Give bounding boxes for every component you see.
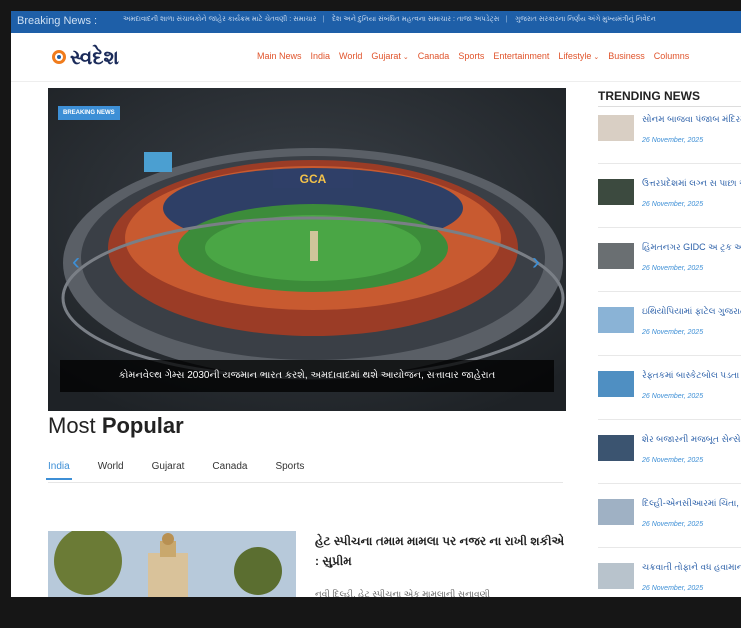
- ticker-items: અમદાવાદની શાળા સંચાલકોને જાહેર કાર્યક્રમ…: [123, 16, 656, 23]
- nav-item-main-news[interactable]: Main News: [257, 51, 302, 61]
- nav-item-world[interactable]: World: [339, 51, 362, 61]
- trending-date: 26 November, 2025: [642, 329, 704, 336]
- tab-canada[interactable]: Canada: [212, 461, 247, 472]
- tab-world[interactable]: World: [98, 461, 124, 472]
- breaking-news-ticker: Breaking News : અમદાવાદની શાળા સંચાલકોને…: [11, 11, 741, 33]
- trending-item[interactable]: સોનમ બાજવા પંજાબ મંદિરમાં આપત્તિજનક 26 N…: [598, 107, 741, 164]
- nav-item-entertainment[interactable]: Entertainment: [493, 51, 549, 61]
- trending-title[interactable]: હિંમતનગર GIDC અ ટ્રક અને રોડ રોલર: [642, 241, 741, 253]
- nav-item-gujarat[interactable]: Gujarat ⌄: [371, 51, 408, 61]
- nav-item-lifestyle[interactable]: Lifestyle ⌄: [558, 51, 599, 61]
- trending-title[interactable]: શેર બજારની મજબૂત સેન્સેક્સ 309 પોઇન્ટ: [642, 433, 741, 445]
- tab-india[interactable]: India: [46, 461, 72, 480]
- article-title[interactable]: હેટ સ્પીચના તમામ મામલા પર નજર ના રાખી શક…: [315, 531, 565, 571]
- chevron-down-icon: ⌄: [593, 54, 600, 61]
- trending-news-heading: TRENDING NEWS: [598, 89, 700, 103]
- chevron-left-icon[interactable]: ‹: [72, 248, 80, 276]
- site-header: સ્વદેશ Main News India World Gujarat ⌄ Ca…: [11, 33, 741, 82]
- trending-item[interactable]: ઉત્તરપ્રદેશમાં લગ્ન સ પાછા આવતા જાનૈયા 2…: [598, 171, 741, 228]
- trending-date: 26 November, 2025: [642, 521, 704, 528]
- most-popular-heading: Most Popular: [48, 413, 184, 438]
- nav-item-columns[interactable]: Columns: [654, 51, 690, 61]
- breaking-news-tag: BREAKING NEWS: [58, 106, 120, 120]
- trending-thumbnail[interactable]: [598, 307, 634, 333]
- ticker-label: Breaking News :: [17, 15, 98, 27]
- trending-title[interactable]: ચક્રવાતી તોફાને વધ હવામાન વિભાગે આ: [642, 561, 741, 573]
- article-excerpt: નવી દિલ્હી, હેટ સ્પીચના એક મામલાની સુનાવ…: [315, 589, 491, 597]
- trending-item[interactable]: દિલ્હી-એનસીઆરમાં ચિંતા, 29 નવેમ્બરથી 26 …: [598, 491, 741, 548]
- nav-item-business[interactable]: Business: [608, 51, 645, 61]
- tab-divider: [48, 482, 563, 483]
- most-popular-tabs: India World Gujarat Canada Sports: [46, 461, 304, 480]
- trending-item[interactable]: હિંમતનગર GIDC અ ટ્રક અને રોડ રોલર 26 Nov…: [598, 235, 741, 292]
- trending-title[interactable]: દિલ્હી-એનસીઆરમાં ચિંતા, 29 નવેમ્બરથી: [642, 497, 741, 509]
- tab-sports[interactable]: Sports: [275, 461, 304, 472]
- nav-item-india[interactable]: India: [311, 51, 331, 61]
- webpage: Breaking News : અમદાવાદની શાળા સંચાલકોને…: [11, 11, 741, 597]
- trending-thumbnail[interactable]: [598, 435, 634, 461]
- trending-title[interactable]: ઉત્તરપ્રદેશમાં લગ્ન સ પાછા આવતા જાનૈયા: [642, 177, 741, 189]
- trending-date: 26 November, 2025: [642, 137, 704, 144]
- trending-title[interactable]: સોનમ બાજવા પંજાબ મંદિરમાં આપત્તિજનક: [642, 113, 741, 125]
- trending-thumbnail[interactable]: [598, 243, 634, 269]
- trending-date: 26 November, 2025: [642, 201, 704, 208]
- trending-date: 26 November, 2025: [642, 457, 704, 464]
- ticker-item[interactable]: ગુજરાત સરકારના નિર્ણય અંગે મુખ્યમંત્રીનુ…: [515, 16, 656, 23]
- nav-item-sports[interactable]: Sports: [458, 51, 484, 61]
- chevron-down-icon: ⌄: [402, 54, 409, 61]
- trending-thumbnail[interactable]: [598, 499, 634, 525]
- trending-thumbnail[interactable]: [598, 115, 634, 141]
- tab-gujarat[interactable]: Gujarat: [152, 461, 185, 472]
- logo-text: સ્વદેશ: [70, 45, 119, 69]
- stadium-sign: GCA: [300, 172, 327, 186]
- chevron-right-icon[interactable]: ›: [532, 248, 540, 276]
- hero-caption[interactable]: કોમનવેલ્થ ગેમ્સ 2030ની યજમાન ભારત કરશે, …: [60, 360, 554, 392]
- hero-slider[interactable]: GCA BREAKING NEWS ‹ › કોમનવેલ્થ ગેમ્સ 20…: [48, 88, 566, 411]
- nav-item-canada[interactable]: Canada: [418, 51, 450, 61]
- trending-item[interactable]: શેર બજારની મજબૂત સેન્સેક્સ 309 પોઇન્ટ 26…: [598, 427, 741, 484]
- trending-thumbnail[interactable]: [598, 179, 634, 205]
- trending-title[interactable]: રેફ્તકમાં બાસ્કેટબોલ પડતા નેશનલ ખેલા: [642, 369, 741, 381]
- trending-date: 26 November, 2025: [642, 393, 704, 400]
- ticker-item[interactable]: દેશ અને દુનિયા સંબંધિત મહત્વના સમાચાર : …: [332, 16, 499, 23]
- ticker-item[interactable]: અમદાવાદની શાળા સંચાલકોને જાહેર કાર્યક્રમ…: [123, 16, 316, 23]
- trending-date: 26 November, 2025: [642, 265, 704, 272]
- trending-thumbnail[interactable]: [598, 371, 634, 397]
- main-nav: Main News India World Gujarat ⌄ Canada Sp…: [257, 51, 689, 61]
- trending-item[interactable]: રેફ્તકમાં બાસ્કેટબોલ પડતા નેશનલ ખેલા 26 …: [598, 363, 741, 420]
- article-image[interactable]: [48, 531, 296, 597]
- site-logo[interactable]: સ્વદેશ: [52, 45, 119, 69]
- trending-date: 26 November, 2025: [642, 585, 704, 592]
- trending-thumbnail[interactable]: [598, 563, 634, 589]
- trending-item[interactable]: ઇથિયોપિયામાં ફાટેલ ગુજરાત માટે ખતરો 26 N…: [598, 299, 741, 356]
- trending-item[interactable]: ચક્રવાતી તોફાને વધ હવામાન વિભાગે આ 26 No…: [598, 555, 741, 597]
- trending-title[interactable]: ઇથિયોપિયામાં ફાટેલ ગુજરાત માટે ખતરો: [642, 305, 741, 317]
- logo-emblem-icon: [52, 50, 66, 64]
